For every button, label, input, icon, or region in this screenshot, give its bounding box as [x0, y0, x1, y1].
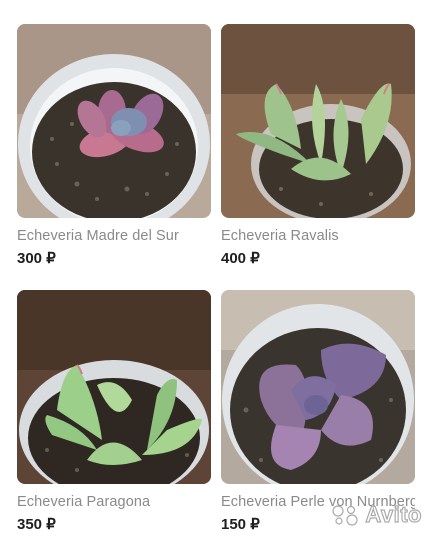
avito-logo-icon	[332, 505, 358, 526]
price-value: 400	[221, 250, 247, 267]
succulent-photo-icon	[221, 24, 415, 218]
currency-symbol: ₽	[250, 516, 260, 533]
listing-photo[interactable]	[17, 24, 211, 218]
currency-symbol: ₽	[46, 516, 56, 533]
currency-symbol: ₽	[250, 250, 260, 267]
currency-symbol: ₽	[46, 250, 56, 267]
listing-title[interactable]: Echeveria Paragona	[17, 493, 211, 511]
succulent-photo-icon	[17, 24, 211, 218]
listing-title[interactable]: Echeveria Madre del Sur	[17, 227, 211, 245]
listing-grid: Echeveria Madre del Sur 300 ₽ Echeveria …	[17, 24, 415, 540]
price-value: 300	[17, 250, 43, 267]
listing-price: 300 ₽	[17, 249, 211, 269]
listing-title[interactable]: Echeveria Ravalis	[221, 227, 415, 245]
listing-price: 350 ₽	[17, 515, 211, 535]
listing-photo[interactable]	[17, 290, 211, 484]
succulent-photo-icon	[17, 290, 211, 484]
avito-watermark: Avito	[331, 501, 422, 528]
price-value: 350	[17, 516, 43, 533]
price-value: 150	[221, 516, 247, 533]
listing-card[interactable]: Echeveria Paragona 350 ₽	[17, 290, 211, 540]
listing-photo[interactable]	[221, 24, 415, 218]
listing-photo[interactable]	[221, 290, 415, 484]
listing-price: 400 ₽	[221, 249, 415, 269]
listing-card[interactable]: Echeveria Ravalis 400 ₽	[221, 24, 415, 290]
watermark-text: Avito	[365, 501, 422, 527]
succulent-photo-icon	[221, 290, 415, 484]
listing-card[interactable]: Echeveria Madre del Sur 300 ₽	[17, 24, 211, 290]
